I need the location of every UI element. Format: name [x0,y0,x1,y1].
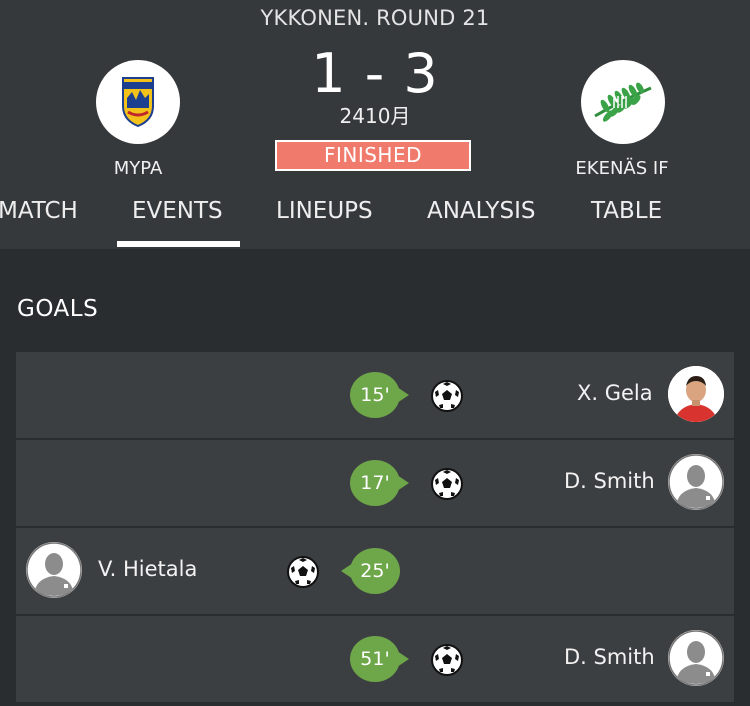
minute-badge: 15' [350,372,409,418]
goal-player-name: D. Smith [564,469,655,493]
goals-section-title: GOALS [17,296,99,322]
status-badge: FINISHED [275,140,471,171]
match-header: YKKONEN. ROUND 21 MYPA 1 - 3 2410月 FINIS… [0,0,750,249]
active-tab-indicator [117,241,240,247]
goal-player-name: X. Gela [577,381,653,405]
tab-lineups[interactable]: LINEUPS [276,198,373,224]
goal-event-row[interactable]: V. Hietala 25' [16,528,734,614]
player-placeholder-icon [668,454,724,510]
minute-badge: 25' [341,548,400,594]
round-title: YKKONEN. ROUND 21 [260,6,490,30]
away-team-name: EKENÄS IF [575,158,669,179]
home-team-name: MYPA [113,158,163,179]
minute-badge: 51' [350,636,409,682]
soccer-ball-icon [431,644,463,676]
goals-list: 15' X. Gela 17' D. Smith V. Hietala 25' … [16,352,734,704]
tab-analysis[interactable]: ANALYSIS [427,198,535,224]
goal-event-row[interactable]: 17' D. Smith [16,440,734,526]
goal-event-row[interactable]: 51' D. Smith [16,616,734,702]
player-placeholder-icon [26,542,82,598]
minute-badge: 17' [350,460,409,506]
goal-event-row[interactable]: 15' X. Gela [16,352,734,438]
ekenas-crest-icon[interactable] [581,60,665,144]
soccer-ball-icon [431,468,463,500]
tab-table[interactable]: TABLE [591,198,662,224]
goal-player-name: D. Smith [564,645,655,669]
soccer-ball-icon [431,380,463,412]
player-placeholder-icon [668,630,724,686]
tab-match[interactable]: MATCH [0,198,78,224]
soccer-ball-icon [287,556,319,588]
goal-player-name: V. Hietala [98,557,198,581]
tab-events[interactable]: EVENTS [132,198,223,224]
player-photo [668,366,724,422]
